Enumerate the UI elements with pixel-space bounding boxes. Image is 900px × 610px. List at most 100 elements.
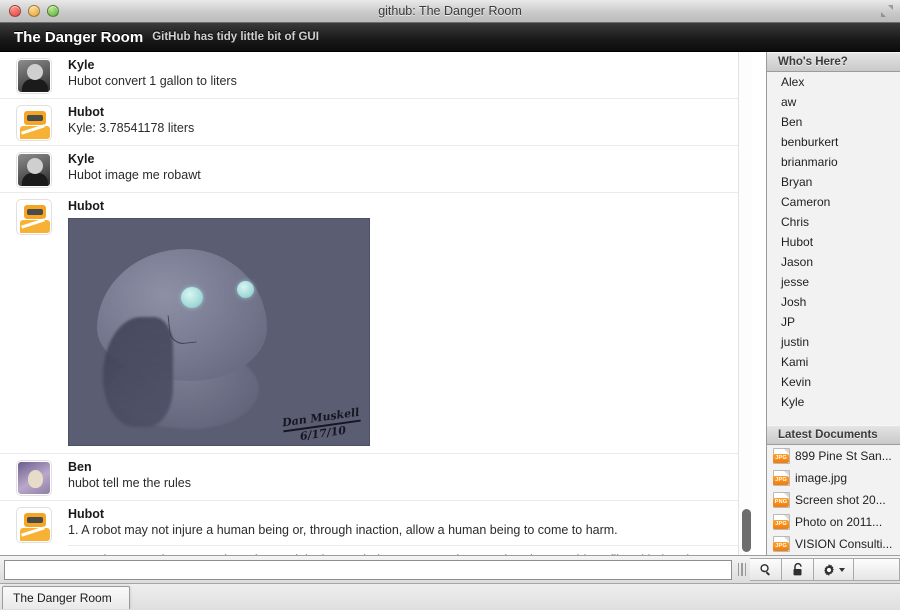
room-topic: GitHub has tidy little bit of GUI: [152, 31, 319, 43]
avatar-cell: [0, 506, 68, 555]
message-row: Hubot Dan Muskell6/17/10: [0, 193, 752, 454]
whos-here-list[interactable]: AlexawBenbenburkertbrianmarioBryanCamero…: [767, 72, 900, 425]
list-item[interactable]: Kyle: [767, 392, 900, 412]
message-author: Kyle: [68, 151, 738, 167]
message-row: KyleHubot convert 1 gallon to liters: [0, 52, 752, 99]
gear-icon: [822, 563, 836, 577]
avatar-cell: [0, 459, 68, 495]
file-icon: JPG: [773, 536, 790, 552]
search-button[interactable]: [750, 558, 782, 581]
resize-grip-icon[interactable]: [880, 4, 894, 18]
list-item[interactable]: benburkert: [767, 132, 900, 152]
avatar: [17, 59, 51, 93]
avatar-cell: [0, 57, 68, 93]
message-row: HubotKyle: 3.78541178 liters: [0, 99, 752, 146]
lock-icon: [791, 562, 805, 577]
latest-documents-list[interactable]: JPG 899 Pine St San... JPG image.jpg PNG Scre…: [767, 445, 900, 555]
whos-here-header: Who's Here?: [767, 52, 900, 72]
list-item[interactable]: Cameron: [767, 192, 900, 212]
magnifier-icon: [758, 562, 773, 577]
tab-the-danger-room[interactable]: The Danger Room: [2, 586, 130, 609]
list-item[interactable]: Josh: [767, 292, 900, 312]
avatar: [17, 153, 51, 187]
main-body: KyleHubot convert 1 gallon to litersHubo…: [0, 52, 900, 555]
page-title: The Danger Room: [14, 29, 143, 46]
file-type-badge: JPG: [773, 520, 789, 529]
list-item[interactable]: Ben: [767, 112, 900, 132]
message-text: Hubot image me robawt: [68, 167, 738, 184]
chat-scrollbar-thumb[interactable]: [742, 509, 751, 552]
grip-icon[interactable]: [734, 559, 750, 581]
file-type-badge: JPG: [773, 542, 789, 551]
message-body: Hubot Dan Muskell6/17/10: [68, 198, 752, 448]
list-item[interactable]: Kami: [767, 352, 900, 372]
list-item[interactable]: Jason: [767, 252, 900, 272]
latest-documents-header: Latest Documents: [767, 425, 900, 445]
file-name: VISION Consulti...: [795, 537, 892, 551]
message-text: Hubot convert 1 gallon to liters: [68, 73, 738, 90]
file-icon: PNG: [773, 492, 790, 508]
right-sidebar: Who's Here? AlexawBenbenburkertbrianmari…: [766, 52, 900, 555]
zoom-button[interactable]: [47, 5, 59, 17]
file-type-badge: JPG: [773, 454, 789, 463]
avatar: [17, 200, 51, 234]
image-signature: Dan Muskell6/17/10: [282, 406, 363, 444]
message-image[interactable]: Dan Muskell6/17/10: [68, 218, 370, 446]
list-item[interactable]: JPG VISION Consulti...: [767, 533, 900, 555]
file-name: image.jpg: [795, 471, 847, 485]
list-item[interactable]: aw: [767, 92, 900, 112]
list-item[interactable]: Bryan: [767, 172, 900, 192]
window-controls: [9, 5, 59, 17]
list-item[interactable]: JPGPhoto on 2011...: [767, 511, 900, 533]
file-name: Screen shot 20...: [795, 493, 886, 507]
window-titlebar: github: The Danger Room: [0, 0, 900, 23]
chat-scrollbar[interactable]: [738, 52, 752, 555]
file-name: 899 Pine St San...: [795, 449, 892, 463]
file-type-badge: PNG: [773, 498, 789, 507]
list-item[interactable]: Chris: [767, 212, 900, 232]
close-button[interactable]: [9, 5, 21, 17]
message-author: Hubot: [68, 104, 738, 120]
compose-tools: [734, 557, 900, 583]
tab-bar: The Danger Room: [0, 583, 900, 610]
file-icon: JPG: [773, 514, 790, 530]
minimize-button[interactable]: [28, 5, 40, 17]
lock-button[interactable]: [782, 558, 814, 581]
list-item[interactable]: Hubot: [767, 232, 900, 252]
list-item[interactable]: Kevin: [767, 372, 900, 392]
list-item[interactable]: JP: [767, 312, 900, 332]
message-row: Hubot1. A robot may not injure a human b…: [0, 501, 752, 555]
chevron-down-icon: [839, 568, 845, 572]
chat-gutter: [752, 52, 766, 555]
message-author: Kyle: [68, 57, 738, 73]
avatar-cell: [0, 104, 68, 140]
list-item[interactable]: JPG image.jpg: [767, 467, 900, 489]
list-item[interactable]: brianmario: [767, 152, 900, 172]
message-body: KyleHubot convert 1 gallon to liters: [68, 57, 752, 93]
file-icon: JPG: [773, 448, 790, 464]
message-text: Kyle: 3.78541178 liters: [68, 120, 738, 137]
message-list[interactable]: KyleHubot convert 1 gallon to litersHubo…: [0, 52, 752, 555]
file-icon: JPG: [773, 470, 790, 486]
compose-bar: [0, 555, 900, 583]
message-body: KyleHubot image me robawt: [68, 151, 752, 187]
list-item[interactable]: PNG Screen shot 20...: [767, 489, 900, 511]
message-text: hubot tell me the rules: [68, 475, 738, 492]
list-item[interactable]: Alex: [767, 72, 900, 92]
message-author: Ben: [68, 459, 738, 475]
chat-pane: KyleHubot convert 1 gallon to litersHubo…: [0, 52, 766, 555]
list-item[interactable]: JPG 899 Pine St San...: [767, 445, 900, 467]
message-text: 1. A robot may not injure a human being …: [68, 522, 738, 545]
message-author: Hubot: [68, 198, 738, 214]
settings-button[interactable]: [814, 558, 854, 581]
list-item[interactable]: jesse: [767, 272, 900, 292]
avatar: [17, 461, 51, 495]
message-body: HubotKyle: 3.78541178 liters: [68, 104, 752, 140]
list-item[interactable]: justin: [767, 332, 900, 352]
avatar: [17, 106, 51, 140]
avatar-cell: [0, 198, 68, 448]
message-row: Benhubot tell me the rules: [0, 454, 752, 501]
message-body: Benhubot tell me the rules: [68, 459, 752, 495]
message-input[interactable]: [4, 560, 732, 580]
toolbar-spacer: [854, 558, 900, 581]
